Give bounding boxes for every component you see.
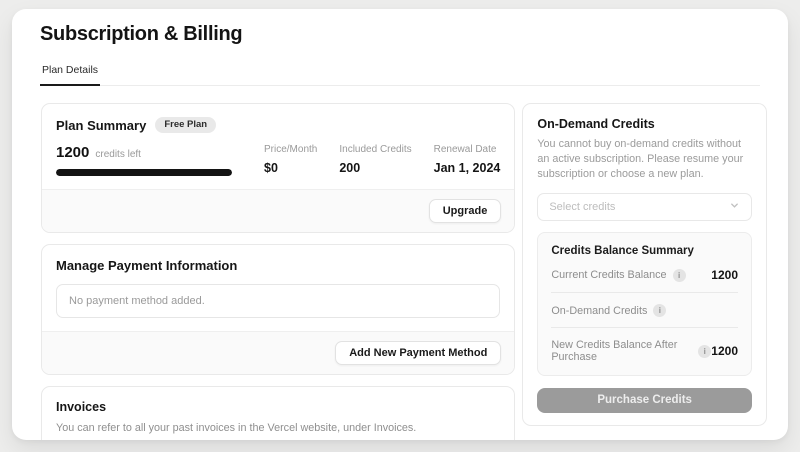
summary-row-current-balance-label: Current Credits Balance [551,269,666,281]
credits-left-value: 1200 [56,144,89,161]
tab-plan-details-label: Plan Details [42,64,98,76]
on-demand-credits-title: On-Demand Credits [537,117,752,131]
summary-row-new-balance-value: 1200 [711,344,738,358]
credits-progress-fill [56,169,232,176]
no-payment-method-box: No payment method added. [56,284,500,318]
payment-card: Manage Payment Information No payment me… [41,244,515,375]
credits-balance-summary: Credits Balance Summary Current Credits … [537,232,752,376]
left-column: Plan Summary Free Plan 1200 credits left [41,103,515,440]
summary-row-new-balance: New Credits Balance After Purchase 1200 [551,328,738,373]
summary-row-new-balance-label: New Credits Balance After Purchase [551,339,692,363]
tab-plan-details[interactable]: Plan Details [40,60,100,85]
stat-included-credits-label: Included Credits [339,144,411,155]
plan-summary-footer: Upgrade [42,189,514,232]
on-demand-credits-body: On-Demand Credits You cannot buy on-dema… [523,104,766,425]
right-column: On-Demand Credits You cannot buy on-dema… [522,103,767,426]
plan-summary-body: Plan Summary Free Plan 1200 credits left [42,104,514,189]
stat-renewal-date-label: Renewal Date [434,144,501,155]
credits-progress-bar [56,169,232,176]
page-header: Subscription & Billing Plan Details [12,9,788,86]
stat-price-month-label: Price/Month [264,144,317,155]
invoices-card: Invoices You can refer to all your past … [41,386,515,440]
invoices-description: You can refer to all your past invoices … [56,421,500,436]
on-demand-credits-card: On-Demand Credits You cannot buy on-dema… [522,103,767,426]
stat-renewal-date-value: Jan 1, 2024 [434,161,501,175]
chevron-down-icon [729,200,740,214]
summary-row-on-demand-label: On-Demand Credits [551,305,647,317]
stat-included-credits: Included Credits 200 [339,144,411,176]
info-icon[interactable] [653,304,666,317]
info-icon[interactable] [698,345,711,358]
plan-stats-row: 1200 credits left Price/Month $0 [56,144,500,176]
summary-row-current-balance-value: 1200 [711,268,738,282]
summary-row-current-balance: Current Credits Balance 1200 [551,257,738,293]
plan-summary-title-row: Plan Summary Free Plan [56,117,500,133]
credits-line: 1200 credits left [56,144,264,161]
plan-badge: Free Plan [155,117,216,133]
stat-included-credits-value: 200 [339,161,411,175]
info-icon[interactable] [673,269,686,282]
credits-block: 1200 credits left [56,144,264,176]
page-title: Subscription & Billing [40,23,760,46]
plan-summary-title: Plan Summary [56,118,146,133]
plan-summary-card: Plan Summary Free Plan 1200 credits left [41,103,515,233]
on-demand-credits-description: You cannot buy on-demand credits without… [537,137,752,182]
payment-card-title: Manage Payment Information [56,258,500,273]
stat-renewal-date: Renewal Date Jan 1, 2024 [434,144,501,176]
credits-left-caption: credits left [95,149,141,160]
summary-row-on-demand: On-Demand Credits [551,293,738,328]
select-credits-placeholder: Select credits [549,201,615,213]
payment-card-body: Manage Payment Information No payment me… [42,245,514,331]
payment-card-footer: Add New Payment Method [42,331,514,374]
select-credits-dropdown[interactable]: Select credits [537,193,752,221]
external-link-icon [173,439,182,440]
credits-balance-summary-title: Credits Balance Summary [551,245,738,257]
invoices-card-body: Invoices You can refer to all your past … [42,387,514,440]
upgrade-button[interactable]: Upgrade [429,199,502,223]
purchase-credits-button[interactable]: Purchase Credits [537,388,752,413]
add-payment-method-button[interactable]: Add New Payment Method [335,341,501,365]
stat-price-month-value: $0 [264,161,317,175]
stat-price-month: Price/Month $0 [264,144,317,176]
content-area: Plan Summary Free Plan 1200 credits left [12,86,788,440]
subscription-billing-panel: Subscription & Billing Plan Details Plan… [12,9,788,440]
invoices-card-title: Invoices [56,400,500,414]
tab-bar: Plan Details [40,60,760,86]
